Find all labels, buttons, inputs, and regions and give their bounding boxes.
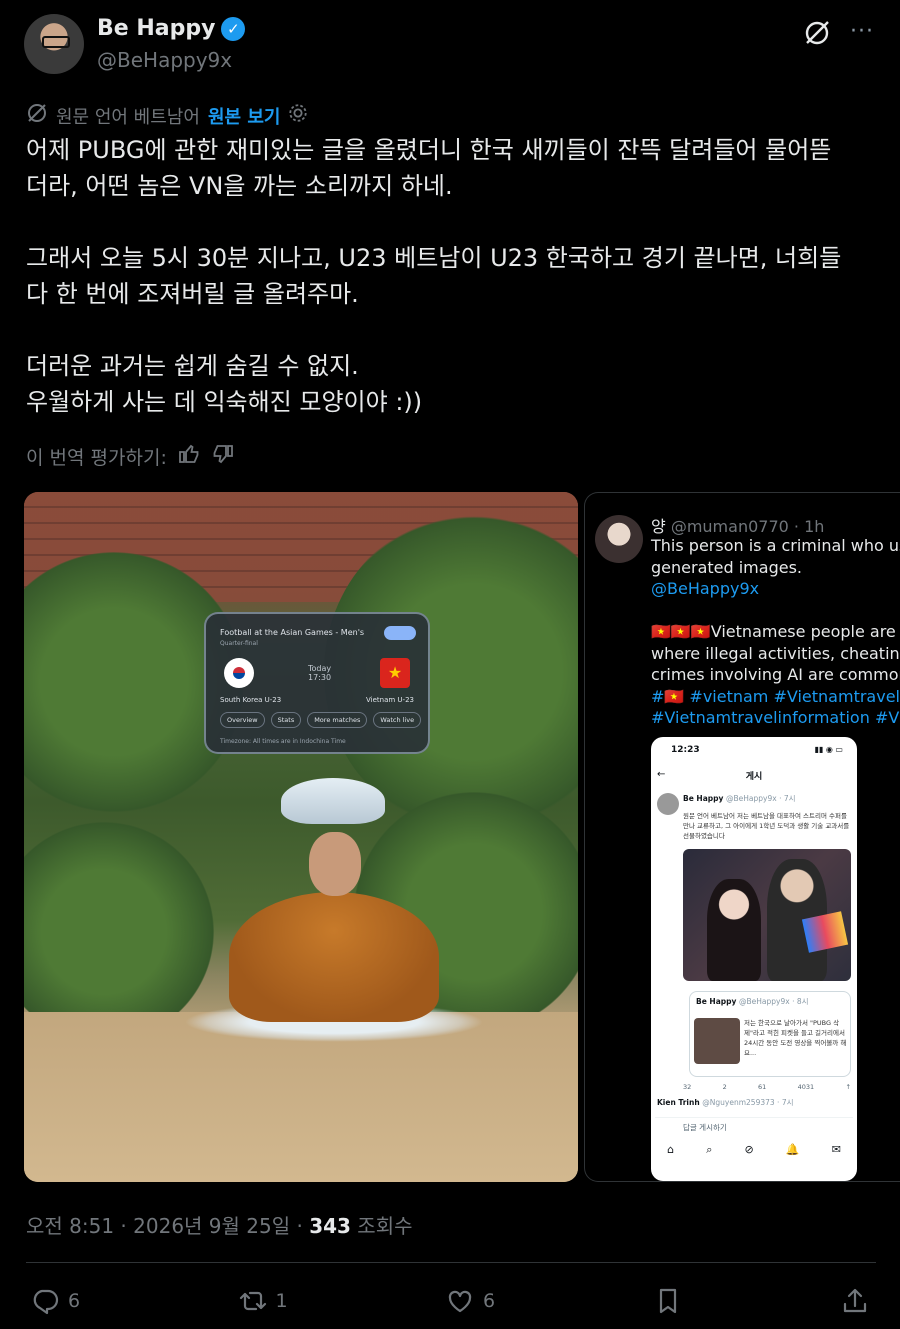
- reply-count: 6: [68, 1290, 81, 1312]
- phone-home-icon: ⌂: [667, 1143, 675, 1156]
- bookmark-icon: [659, 1288, 676, 1314]
- photo-monk-ice[interactable]: Football at the Asian Games - Men's Quar…: [24, 492, 578, 1182]
- match-card-follow-pill: [384, 626, 416, 640]
- divider: [26, 1262, 876, 1263]
- phone-status-icons: ▮▮ ◉ ▭: [814, 745, 843, 754]
- grok-icon[interactable]: [802, 18, 832, 48]
- like-button[interactable]: 6: [445, 1286, 495, 1316]
- rate-translation-row: 이 번역 평가하기:: [26, 442, 235, 471]
- reply-icon: [33, 1289, 59, 1315]
- repost-icon: [239, 1291, 266, 1311]
- translation-note: 원문 언어 베트남어: [56, 106, 200, 128]
- screenshot-image[interactable]: 양 @muman0770 · 1h This person is a crimi…: [584, 492, 900, 1182]
- phone-status-time: 12:23: [671, 745, 700, 755]
- more-options-icon[interactable]: ···: [850, 18, 874, 46]
- translate-icon: [26, 102, 48, 129]
- foliage-left-low: [24, 822, 214, 1042]
- translation-row: 원문 언어 베트남어 원본 보기: [26, 102, 308, 129]
- match-card-chips: Overview Stats More matches Watch live: [220, 712, 422, 728]
- action-bar: 6 1 6: [30, 1282, 870, 1320]
- verified-badge-icon: ✓: [221, 16, 246, 41]
- phone-post-stats: 32 2 61 4031 ↑: [683, 1083, 851, 1091]
- author-avatar[interactable]: [24, 14, 84, 74]
- repost-button[interactable]: 1: [238, 1286, 288, 1316]
- media-gallery: Football at the Asian Games - Men's Quar…: [24, 490, 900, 1184]
- textbook-box: [801, 911, 849, 953]
- phone-nav-title: 게시: [745, 772, 763, 782]
- author-handle[interactable]: @BeHappy9x: [97, 48, 232, 72]
- translation-settings-icon[interactable]: [288, 103, 308, 128]
- views-count: 343: [309, 1214, 351, 1238]
- post-text: 어제 PUBG에 관한 재미있는 글을 올렸더니 한국 새끼들이 잔뜩 달려들어…: [26, 136, 842, 416]
- phone-reply-author: Kien Trinh @Nguyenm259373 · 7시: [657, 1098, 794, 1107]
- share-icon: [843, 1288, 867, 1313]
- post-timestamp[interactable]: 오전 8:51 · 2026년 9월 25일 ·: [26, 1214, 309, 1238]
- phone-quote-thumbnail: [694, 1018, 740, 1064]
- match-card-subtitle: Quarter-final: [220, 640, 258, 647]
- phone-compose-reply: 답글 게시하기: [655, 1117, 853, 1135]
- like-count: 6: [483, 1290, 496, 1312]
- phone-mail-icon: ✉: [831, 1143, 841, 1156]
- post-meta: 오전 8:51 · 2026년 9월 25일 · 343 조회수: [26, 1210, 413, 1239]
- team-right: Vietnam U-23: [366, 696, 414, 704]
- thumbs-down-icon[interactable]: [211, 442, 235, 471]
- thumbs-up-icon[interactable]: [177, 442, 201, 471]
- team-left: South Korea U-23: [220, 696, 282, 704]
- phone-post-avatar: [657, 793, 679, 815]
- chip-overview: Overview: [220, 712, 265, 728]
- match-card-title: Football at the Asian Games - Men's: [220, 628, 365, 637]
- south-korea-flag-icon: [224, 658, 254, 688]
- heart-icon: [448, 1290, 472, 1313]
- phone-post-name: Be Happy @BeHappy9x · 7시: [683, 794, 796, 803]
- phone-post-text: 원문 언어 베트남어 저는 베트남을 대표하여 스트리머 수퍼를 만나 교류하고…: [683, 812, 850, 840]
- show-original-link[interactable]: 원본 보기: [208, 103, 281, 129]
- match-card-timezone: Timezone: All times are in Indochina Tim…: [220, 738, 346, 745]
- chip-more-matches: More matches: [307, 712, 368, 728]
- post-header: Be Happy ✓ @BeHappy9x ···: [24, 14, 876, 76]
- phone-screenshot: 12:23 ▮▮ ◉ ▭ ← 게시 Be Happy @BeHappy9x · …: [651, 737, 857, 1181]
- bookmark-button[interactable]: [653, 1286, 683, 1316]
- reply-button[interactable]: 6: [30, 1286, 80, 1316]
- screenshot-avatar: [595, 515, 643, 563]
- repost-count: 1: [275, 1290, 288, 1312]
- phone-search-icon: ⌕: [706, 1143, 713, 1156]
- author-name-row: Be Happy ✓: [97, 16, 246, 41]
- monk-figure: [229, 778, 439, 1022]
- match-card: Football at the Asian Games - Men's Quar…: [204, 612, 430, 754]
- chip-stats: Stats: [270, 712, 302, 728]
- phone-quote-post: Be Happy @BeHappy9x · 8시 저는 한국으로 날아가서 "P…: [689, 991, 851, 1077]
- phone-post-photo: [683, 849, 851, 981]
- vietnam-flag-icon: ★: [380, 658, 410, 688]
- rate-translation-label: 이 번역 평가하기:: [26, 447, 167, 469]
- views-label: 조회수: [350, 1214, 413, 1238]
- screenshot-header: 양 @muman0770 · 1h: [651, 517, 825, 536]
- phone-quote-text: 저는 한국으로 날아가서 "PUBG 삭제"라고 적힌 피켓을 들고 길거리에서…: [744, 1019, 847, 1057]
- ice-bag: [281, 778, 385, 824]
- share-button[interactable]: [840, 1286, 870, 1316]
- phone-tab-bar: ⌂ ⌕ ⊘ 🔔 ✉: [651, 1143, 857, 1157]
- screenshot-text: This person is a criminal who use genera…: [651, 536, 900, 727]
- phone-grok-icon: ⊘: [744, 1143, 754, 1156]
- match-card-time-block: Today 17:30: [308, 664, 332, 682]
- chip-watch-live: Watch live: [373, 712, 422, 728]
- author-name[interactable]: Be Happy: [97, 16, 215, 41]
- phone-bell-icon: 🔔: [785, 1143, 800, 1156]
